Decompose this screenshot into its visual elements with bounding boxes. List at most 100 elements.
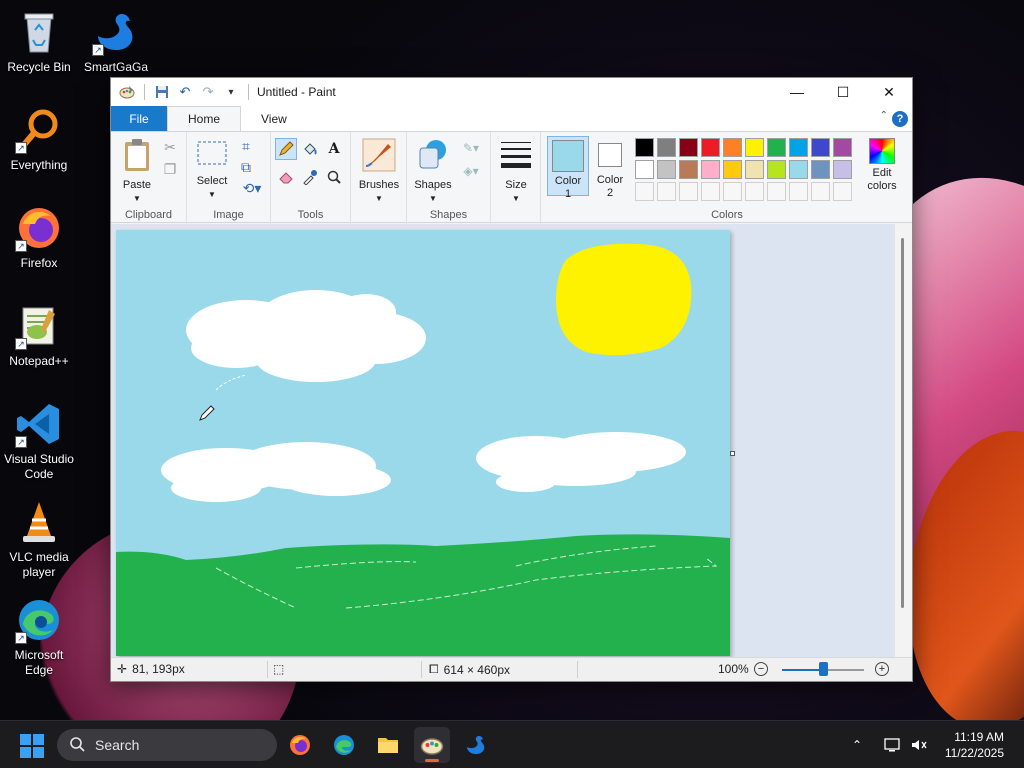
text-tool-icon[interactable]: A bbox=[323, 138, 345, 160]
custom-color-slot[interactable] bbox=[635, 182, 654, 201]
palette-color-swatch[interactable] bbox=[635, 138, 654, 157]
volume-muted-icon[interactable] bbox=[910, 721, 928, 768]
close-button[interactable]: ✕ bbox=[866, 78, 912, 106]
palette-color-swatch[interactable] bbox=[767, 138, 786, 157]
tab-file[interactable]: File bbox=[111, 106, 167, 131]
tab-view[interactable]: View bbox=[241, 106, 307, 131]
select-button[interactable]: Select ▼ bbox=[193, 138, 231, 201]
color2-button[interactable]: Color 2 bbox=[591, 136, 629, 200]
pencil-icon[interactable] bbox=[275, 138, 297, 160]
tab-home[interactable]: Home bbox=[167, 106, 242, 131]
palette-color-swatch[interactable] bbox=[811, 138, 830, 157]
palette-color-swatch[interactable] bbox=[811, 160, 830, 179]
paste-label: Paste bbox=[122, 179, 152, 191]
palette-color-swatch[interactable] bbox=[635, 160, 654, 179]
palette-color-swatch[interactable] bbox=[767, 160, 786, 179]
vertical-scrollbar[interactable] bbox=[895, 224, 912, 658]
collapse-ribbon-icon[interactable]: ⌃ bbox=[880, 110, 888, 121]
desktop-icon-edge[interactable]: ↗ Microsoft Edge bbox=[0, 596, 78, 678]
cut-icon[interactable]: ✂ bbox=[159, 136, 181, 158]
zoom-slider-thumb[interactable] bbox=[819, 662, 828, 676]
palette-color-swatch[interactable] bbox=[789, 160, 808, 179]
custom-color-slot[interactable] bbox=[811, 182, 830, 201]
desktop-icon-firefox[interactable]: ↗ Firefox bbox=[0, 204, 78, 271]
taskbar-edge[interactable] bbox=[326, 727, 362, 763]
palette-color-swatch[interactable] bbox=[679, 138, 698, 157]
size-button[interactable]: Size ▼ bbox=[495, 138, 537, 205]
custom-color-slot[interactable] bbox=[789, 182, 808, 201]
customize-toolbar-icon[interactable]: ▾ bbox=[223, 84, 239, 100]
zoom-in-button[interactable]: + bbox=[875, 662, 889, 676]
brushes-button[interactable]: Brushes ▼ bbox=[355, 138, 403, 205]
desktop-icon-label: Notepad++ bbox=[9, 354, 69, 368]
palette-color-swatch[interactable] bbox=[701, 138, 720, 157]
custom-color-slot[interactable] bbox=[701, 182, 720, 201]
brushes-group: Brushes ▼ bbox=[351, 132, 407, 224]
desktop-icon-smartgaga[interactable]: ↗ SmartGaGa bbox=[77, 8, 155, 75]
palette-color-swatch[interactable] bbox=[657, 138, 676, 157]
separator bbox=[421, 661, 422, 678]
start-button[interactable] bbox=[20, 734, 44, 758]
palette-color-swatch[interactable] bbox=[723, 160, 742, 179]
paste-button[interactable]: Paste ▼ bbox=[117, 138, 157, 205]
search-box[interactable]: Search bbox=[57, 729, 277, 761]
separator bbox=[577, 661, 578, 678]
canvas-size-icon: ⧠ bbox=[429, 662, 439, 676]
palette-color-swatch[interactable] bbox=[679, 160, 698, 179]
desktop-icon-vscode[interactable]: ↗ Visual Studio Code bbox=[0, 400, 78, 482]
help-icon[interactable]: ? bbox=[892, 111, 908, 127]
zoom-out-button[interactable]: − bbox=[754, 662, 768, 676]
palette-color-swatch[interactable] bbox=[833, 138, 852, 157]
custom-color-slot[interactable] bbox=[657, 182, 676, 201]
eraser-icon[interactable] bbox=[275, 166, 297, 188]
copy-icon[interactable]: ❐ bbox=[159, 158, 181, 180]
desktop-icon-vlc[interactable]: VLC media player bbox=[0, 498, 78, 580]
fill-icon[interactable]: ◈▾ bbox=[457, 160, 485, 182]
palette-color-swatch[interactable] bbox=[745, 160, 764, 179]
maximize-button[interactable]: ☐ bbox=[820, 78, 866, 106]
taskbar-paint[interactable] bbox=[414, 727, 450, 763]
custom-color-slot[interactable] bbox=[833, 182, 852, 201]
palette-color-swatch[interactable] bbox=[833, 160, 852, 179]
painting bbox=[116, 230, 730, 656]
custom-color-slot[interactable] bbox=[745, 182, 764, 201]
group-label: Shapes bbox=[429, 209, 468, 221]
desktop-icon-recycle-bin[interactable]: Recycle Bin bbox=[0, 8, 78, 75]
save-icon[interactable] bbox=[154, 84, 170, 100]
tools-group: A Tools bbox=[271, 132, 351, 224]
shapes-button[interactable]: Shapes ▼ bbox=[411, 138, 455, 205]
redo-icon[interactable]: ↷ bbox=[200, 84, 216, 100]
custom-color-slot[interactable] bbox=[723, 182, 742, 201]
palette-color-swatch[interactable] bbox=[789, 138, 808, 157]
palette-color-swatch[interactable] bbox=[701, 160, 720, 179]
palette-color-swatch[interactable] bbox=[745, 138, 764, 157]
color1-button[interactable]: Color 1 bbox=[547, 136, 589, 200]
desktop-icon-notepadpp[interactable]: ↗ Notepad++ bbox=[0, 302, 78, 369]
crop-icon[interactable]: ⌗ bbox=[235, 135, 257, 157]
desktop-icon-everything[interactable]: ↗ Everything bbox=[0, 106, 78, 173]
rotate-icon[interactable]: ⟲▾ bbox=[237, 177, 267, 199]
custom-color-slot[interactable] bbox=[679, 182, 698, 201]
scrollbar-thumb[interactable] bbox=[901, 238, 904, 608]
taskbar-firefox[interactable] bbox=[282, 727, 318, 763]
network-icon[interactable] bbox=[884, 721, 902, 768]
show-hidden-icons[interactable]: ⌃ bbox=[852, 721, 862, 768]
resize-icon[interactable]: ⧉ bbox=[235, 156, 257, 178]
drawing-canvas[interactable] bbox=[116, 230, 730, 656]
palette-color-swatch[interactable] bbox=[657, 160, 676, 179]
minimize-button[interactable]: — bbox=[774, 78, 820, 106]
edit-colors-button[interactable]: Edit colors bbox=[859, 138, 905, 193]
magnifier-icon[interactable] bbox=[323, 166, 345, 188]
taskbar-file-explorer[interactable] bbox=[370, 727, 406, 763]
palette-color-swatch[interactable] bbox=[723, 138, 742, 157]
fill-bucket-icon[interactable] bbox=[299, 138, 321, 160]
system-clock[interactable]: 11:19 AM 11/22/2025 bbox=[945, 729, 1004, 761]
canvas-resize-handle[interactable] bbox=[730, 451, 735, 456]
outline-icon[interactable]: ✎▾ bbox=[457, 137, 485, 159]
taskbar-smartgaga[interactable] bbox=[458, 727, 494, 763]
color-picker-icon[interactable] bbox=[299, 166, 321, 188]
custom-color-slot[interactable] bbox=[767, 182, 786, 201]
paint-app-icon[interactable] bbox=[119, 84, 135, 100]
shortcut-arrow-icon: ↗ bbox=[15, 240, 27, 252]
undo-icon[interactable]: ↶ bbox=[177, 84, 193, 100]
